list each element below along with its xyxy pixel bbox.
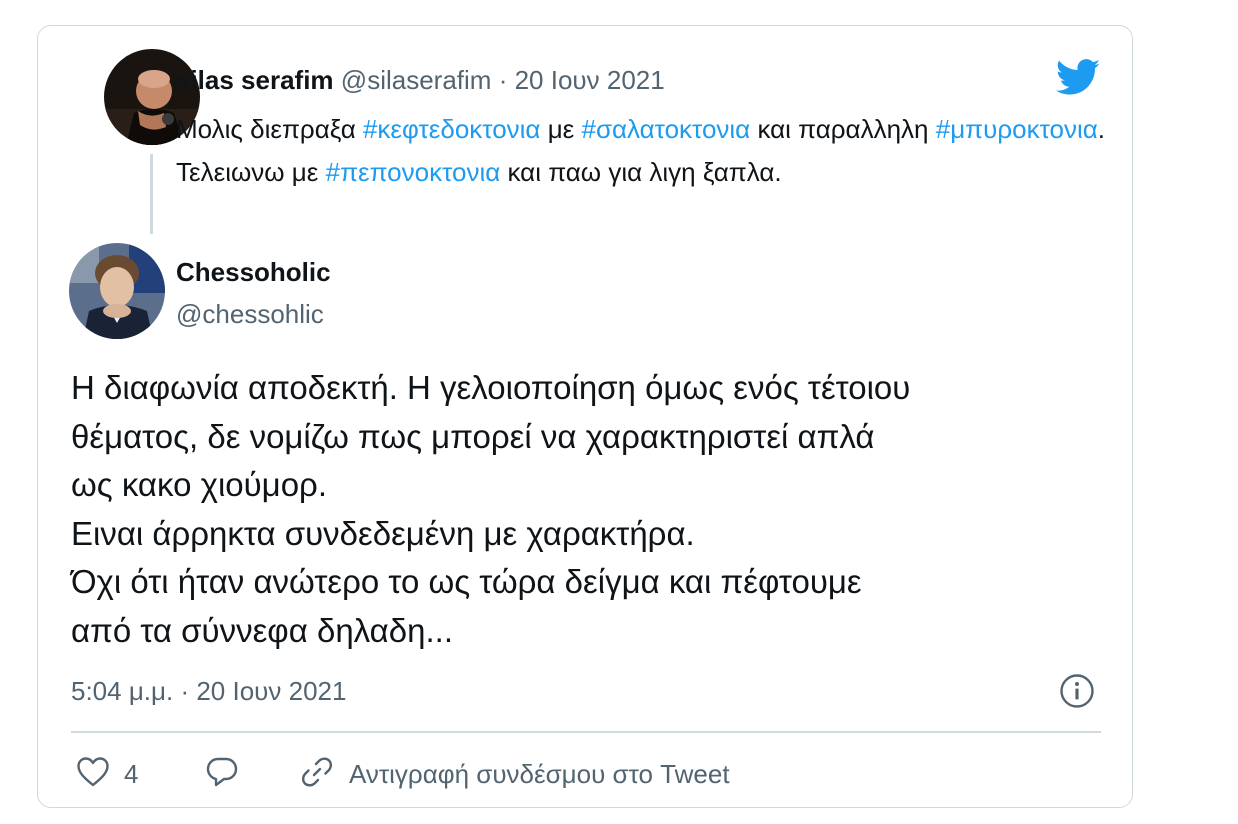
- text-segment: και παραλληλη: [750, 114, 936, 144]
- reply-tweet-text: Η διαφωνία αποδεκτή. Η γελοιοποίηση όμως…: [71, 364, 1121, 655]
- chessoholic-avatar-image: [69, 243, 165, 339]
- hashtag-link[interactable]: #μπυροκτονια: [936, 114, 1098, 144]
- like-count: 4: [124, 758, 139, 789]
- twitter-bird-icon[interactable]: [1055, 59, 1101, 96]
- heart-icon: [76, 756, 110, 793]
- tweet-timestamp[interactable]: 5:04 μ.μ. · 20 Ιουν 2021: [71, 675, 346, 707]
- reply-display-name[interactable]: Chessoholic: [176, 256, 331, 288]
- reply-text-line: Η διαφωνία αποδεκτή. Η γελοιοποίηση όμως…: [71, 369, 911, 406]
- cropped-text-fragment: [120, 0, 1020, 6]
- parent-display-name[interactable]: silas serafim: [176, 65, 334, 95]
- copy-link-label: Αντιγραφή συνδέσμου στο Tweet: [349, 758, 730, 789]
- parent-tweet-header: silas serafim @silaserafim · 20 Ιουν 202…: [176, 64, 665, 96]
- reply-text-line: ως κακο χιούμορ.: [71, 466, 327, 503]
- hashtag-link[interactable]: #πεπονοκτονια: [326, 157, 501, 187]
- reply-text-line: από τα σύννεφα δηλαδη...: [71, 611, 453, 649]
- reply-text-line: Ειναι άρρηκτα συνδεδεμένη με χαρακτήρα.: [71, 514, 695, 552]
- reply-handle[interactable]: @chessohlic: [176, 298, 324, 330]
- parent-separator: ·: [498, 65, 508, 95]
- parent-handle[interactable]: @silaserafim: [341, 65, 492, 95]
- thread-connector-line: [150, 154, 153, 234]
- hashtag-link[interactable]: #κεφτεδοκτονια: [363, 114, 541, 144]
- like-button[interactable]: 4: [76, 754, 138, 794]
- avatar[interactable]: [69, 243, 165, 339]
- hashtag-link[interactable]: #σαλατοκτονια: [582, 114, 751, 144]
- tweet-embed-card[interactable]: silas serafim @silaserafim · 20 Ιουν 202…: [37, 25, 1133, 808]
- text-segment: με: [540, 114, 582, 144]
- reply-bubble-icon: [205, 755, 239, 794]
- reply-button[interactable]: [205, 754, 239, 794]
- parent-tweet-text: Μολις διεπραξα #κεφτεδοκτονια με #σαλατο…: [176, 108, 1106, 194]
- reply-text-line: θέματος, δε νομίζω πως μπορεί να χαρακτη…: [71, 417, 875, 455]
- reply-text-line: Όχι ότι ήταν ανώτερο το ως τώρα δείγμα κ…: [71, 563, 862, 600]
- copy-link-button[interactable]: Αντιγραφή συνδέσμου στο Tweet: [299, 754, 730, 794]
- text-segment: και παω για λιγη ξαπλα.: [500, 157, 782, 187]
- text-segment: Μολις διεπραξα: [176, 114, 363, 144]
- parent-date[interactable]: 20 Ιουν 2021: [515, 65, 665, 95]
- divider: [71, 731, 1101, 733]
- link-icon: [299, 754, 335, 795]
- info-icon[interactable]: [1059, 673, 1095, 709]
